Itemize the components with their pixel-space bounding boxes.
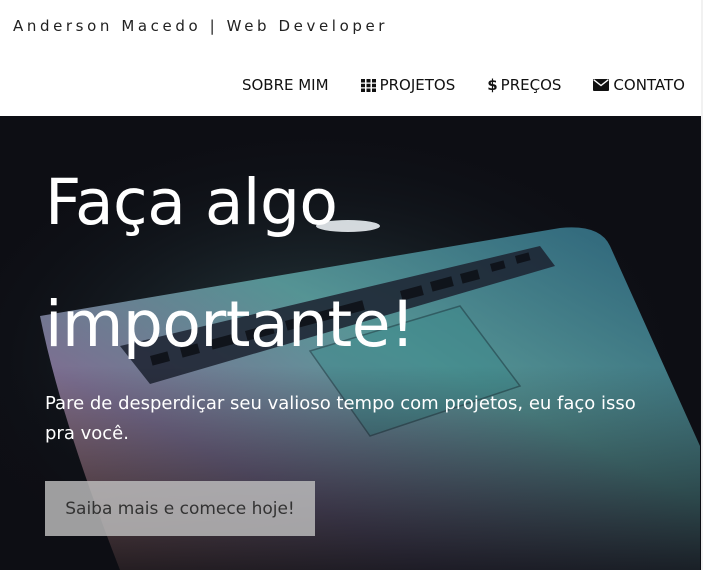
main-nav: SOBRE MIM PROJETOS $ PREÇOS CONTATO [242,76,685,94]
cta-button[interactable]: Saiba mais e comece hoje! [45,481,315,536]
nav-projetos[interactable]: PROJETOS [360,76,456,94]
hero-headline-line1: Faça algo [45,166,338,239]
site-header: Anderson Macedo | Web Developer SOBRE MI… [0,0,703,117]
nav-label: CONTATO [613,76,685,94]
site-brand[interactable]: Anderson Macedo | Web Developer [13,17,388,35]
dollar-icon: $ [487,76,498,94]
hero-section: Faça algo importante! Pare de desperdiça… [0,116,703,570]
nav-contato[interactable]: CONTATO [593,76,685,94]
nav-precos[interactable]: $ PREÇOS [487,76,561,94]
nav-label: PROJETOS [379,76,456,94]
nav-label: SOBRE MIM [241,76,329,94]
nav-sobre-mim[interactable]: SOBRE MIM [242,76,329,94]
grid-icon [360,78,376,92]
hero-headline: Faça algo importante! [45,142,415,386]
nav-label: PREÇOS [500,76,562,94]
hero-subtitle: Pare de desperdiçar seu valioso tempo co… [45,393,636,444]
envelope-icon [593,79,610,91]
hero-headline-line2: importante! [45,288,415,361]
